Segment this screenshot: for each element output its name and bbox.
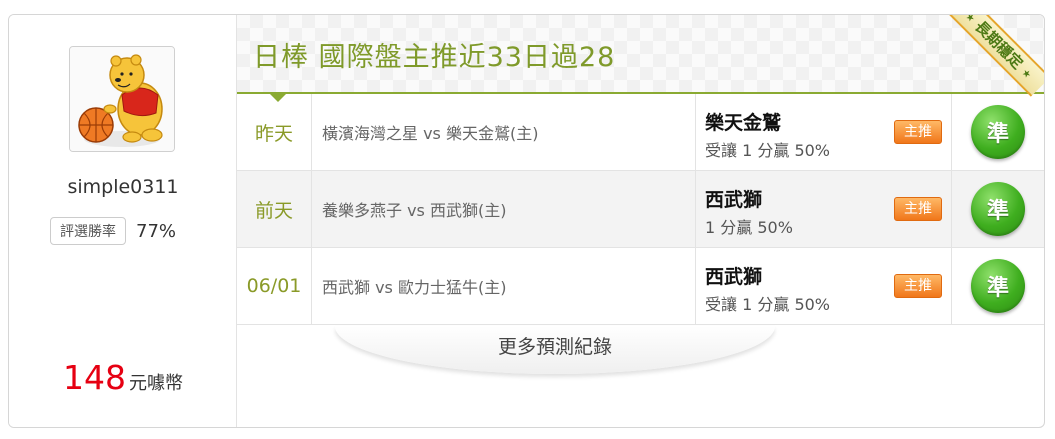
pick-line: 1 分贏 50% xyxy=(705,218,793,237)
pick-team: 西武獅 xyxy=(705,266,763,288)
win-rate-label: 評選勝率 xyxy=(50,217,126,245)
row-pick: 西武獅 1 分贏 50% 主推 xyxy=(696,171,952,247)
pick-line: 受讓 1 分贏 50% xyxy=(705,295,831,314)
main-pick-badge: 主推 xyxy=(894,274,942,298)
price-value: 148 xyxy=(63,358,126,397)
row-day: 昨天 xyxy=(237,94,312,170)
prediction-list: 昨天 橫濱海灣之星 vs 樂天金鷲(主) 樂天金鷲 受讓 1 分贏 50% 主推… xyxy=(237,94,1044,325)
row-pick: 西武獅 受讓 1 分贏 50% 主推 xyxy=(696,248,952,324)
user-panel: simple0311 評選勝率 77% 148 元噱幣 xyxy=(9,15,237,427)
win-rate-value: 77% xyxy=(136,220,177,242)
pick-team: 西武獅 xyxy=(705,189,763,211)
prediction-row: 前天 養樂多燕子 vs 西武獅(主) 西武獅 1 分贏 50% 主推 準 xyxy=(237,171,1044,248)
panel-header: 日棒 國際盤主推近33日過28 xyxy=(237,15,1044,94)
pick-team: 樂天金鷲 xyxy=(705,112,782,134)
row-result: 準 xyxy=(952,171,1044,247)
win-rate: 評選勝率 77% xyxy=(50,217,176,245)
username[interactable]: simple0311 xyxy=(9,176,237,198)
row-result: 準 xyxy=(952,248,1044,324)
price: 148 元噱幣 xyxy=(9,358,237,397)
prediction-row: 06/01 西武獅 vs 歐力士猛牛(主) 西武獅 受讓 1 分贏 50% 主推… xyxy=(237,248,1044,325)
row-match: 西武獅 vs 歐力士猛牛(主) xyxy=(312,248,696,324)
row-match: 養樂多燕子 vs 西武獅(主) xyxy=(312,171,696,247)
correct-result-icon: 準 xyxy=(971,182,1025,236)
more-records-button[interactable]: 更多預測紀錄 xyxy=(335,326,775,374)
row-day: 06/01 xyxy=(237,248,312,324)
page-title[interactable]: 日棒 國際盤主推近33日過28 xyxy=(253,35,615,74)
star-icon: ★ xyxy=(1018,67,1034,82)
row-result: 準 xyxy=(952,94,1044,170)
pick-line: 受讓 1 分贏 50% xyxy=(705,141,831,160)
main-pick-badge: 主推 xyxy=(894,197,942,221)
row-match: 橫濱海灣之星 vs 樂天金鷲(主) xyxy=(312,94,696,170)
avatar-bear-icon xyxy=(70,47,174,151)
correct-result-icon: 準 xyxy=(971,259,1025,313)
correct-result-icon: 準 xyxy=(971,105,1025,159)
prediction-row: 昨天 橫濱海灣之星 vs 樂天金鷲(主) 樂天金鷲 受讓 1 分贏 50% 主推… xyxy=(237,94,1044,171)
expert-card: simple0311 評選勝率 77% 148 元噱幣 日棒 國際盤主推近33日過… xyxy=(8,14,1045,428)
main-pick-badge: 主推 xyxy=(894,120,942,144)
price-unit: 元噱幣 xyxy=(129,373,183,394)
predictions-panel: 日棒 國際盤主推近33日過28 ★ 長期穩定 ★ 昨天 橫濱海灣之星 vs 樂天… xyxy=(237,15,1044,427)
avatar[interactable] xyxy=(69,46,175,152)
row-pick: 樂天金鷲 受讓 1 分贏 50% 主推 xyxy=(696,94,952,170)
row-day: 前天 xyxy=(237,171,312,247)
star-icon: ★ xyxy=(962,14,977,26)
